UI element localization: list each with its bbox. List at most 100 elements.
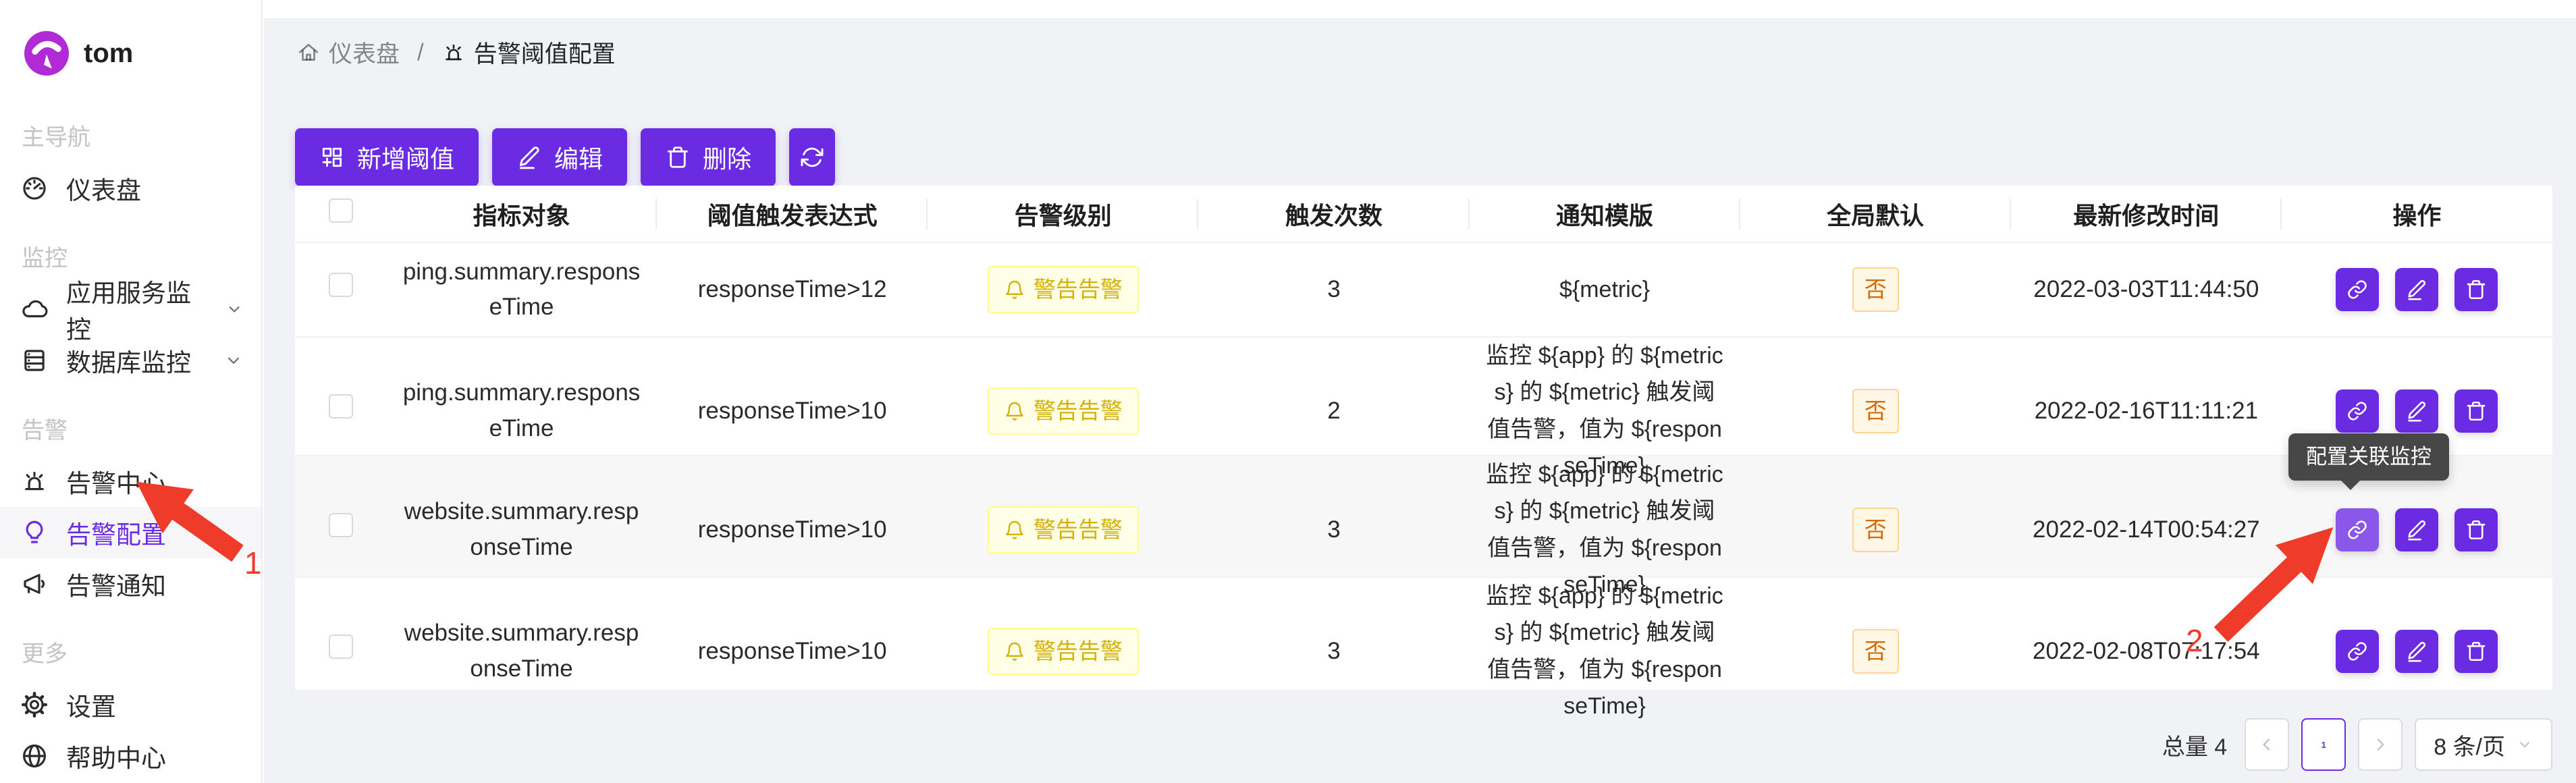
edit-button[interactable]: 编辑 bbox=[492, 128, 627, 186]
cell-actions bbox=[2282, 268, 2552, 311]
row-checkbox[interactable] bbox=[329, 513, 353, 537]
add-threshold-button[interactable]: 新增阈值 bbox=[295, 128, 479, 186]
col-trigger-times: 触发次数 bbox=[1198, 196, 1469, 232]
link-monitor-button[interactable] bbox=[2336, 389, 2379, 433]
nav-group-label: 监控 bbox=[22, 240, 261, 273]
sidebar-item-label: 设置 bbox=[66, 686, 116, 723]
delete-row-button[interactable] bbox=[2454, 268, 2498, 311]
link-monitor-button[interactable] bbox=[2336, 508, 2379, 551]
trash-icon bbox=[2465, 278, 2488, 301]
sidebar-item-label: 告警通知 bbox=[66, 566, 166, 602]
page-size-value: 8 条/页 bbox=[2434, 728, 2505, 761]
sidebar-nav: 主导航 仪表盘 监控 应用服务监控 数据库监控 告警 告警中心 bbox=[0, 119, 261, 782]
cell-metric: website.summary.responseTime bbox=[386, 494, 657, 565]
page-size-select[interactable]: 8 条/页 bbox=[2415, 718, 2552, 771]
warning-level-tag: 警告告警 bbox=[988, 628, 1139, 675]
cell-modified: 2022-02-16T11:11:21 bbox=[2011, 394, 2282, 429]
cell-global-default: 否 bbox=[1740, 508, 2011, 552]
alert-threshold-config-page: tom 主导航 仪表盘 监控 应用服务监控 数据库监控 告警 告警中 bbox=[0, 0, 2576, 783]
warning-level-tag: 警告告警 bbox=[988, 506, 1139, 554]
trash-icon bbox=[2465, 640, 2488, 663]
pencil-icon bbox=[516, 144, 542, 170]
row-checkbox[interactable] bbox=[329, 394, 353, 418]
link-icon bbox=[2346, 278, 2369, 301]
col-modified-time: 最新修改时间 bbox=[2011, 196, 2282, 232]
delete-button[interactable]: 删除 bbox=[641, 128, 776, 186]
next-page-button[interactable] bbox=[2358, 718, 2403, 771]
col-metric-object: 指标对象 bbox=[386, 196, 657, 232]
cell-global-default: 否 bbox=[1740, 267, 2011, 312]
row-checkbox[interactable] bbox=[329, 273, 353, 297]
col-actions: 操作 bbox=[2282, 196, 2552, 232]
breadcrumb-label: 告警阈值配置 bbox=[474, 35, 616, 70]
sidebar-item-settings[interactable]: 设置 bbox=[0, 679, 261, 730]
chevron-left-icon bbox=[2257, 734, 2277, 755]
warning-level-tag: 警告告警 bbox=[988, 266, 1139, 313]
sidebar-item-help-center[interactable]: 帮助中心 bbox=[0, 730, 261, 782]
breadcrumb-item-dashboard[interactable]: 仪表盘 bbox=[296, 35, 400, 70]
chevron-down-icon bbox=[2516, 736, 2533, 753]
sidebar-item-label: 帮助中心 bbox=[66, 738, 166, 774]
cell-times: 3 bbox=[1198, 634, 1469, 670]
trash-icon bbox=[2465, 518, 2488, 541]
select-all-checkbox[interactable] bbox=[329, 198, 353, 223]
link-monitor-button[interactable] bbox=[2336, 630, 2379, 673]
no-tag: 否 bbox=[1852, 508, 1899, 552]
sync-icon bbox=[799, 144, 825, 170]
link-monitor-button[interactable] bbox=[2336, 268, 2379, 311]
bell-icon bbox=[1004, 400, 1025, 422]
delete-row-button[interactable] bbox=[2454, 508, 2498, 551]
link-icon bbox=[2346, 640, 2369, 663]
top-strip bbox=[264, 0, 2576, 19]
edit-row-button[interactable] bbox=[2395, 630, 2438, 673]
page-1-button[interactable]: 1 bbox=[2301, 718, 2346, 771]
sidebar-item-alert-notice[interactable]: 告警通知 bbox=[0, 558, 261, 610]
sidebar-item-app-service-monitor[interactable]: 应用服务监控 bbox=[0, 284, 261, 335]
cell-expression: responseTime>12 bbox=[657, 272, 928, 308]
edit-row-button[interactable] bbox=[2395, 508, 2438, 551]
delete-row-button[interactable] bbox=[2454, 630, 2498, 673]
chevron-down-icon bbox=[225, 299, 244, 319]
table-row: ping.summary.responseTime responseTime>1… bbox=[295, 338, 2552, 456]
cell-metric: ping.summary.responseTime bbox=[386, 375, 657, 446]
add-threshold-label: 新增阈值 bbox=[357, 140, 454, 175]
sidebar-item-label: 应用服务监控 bbox=[66, 273, 207, 346]
refresh-button[interactable] bbox=[789, 128, 835, 186]
cell-actions bbox=[2282, 389, 2552, 433]
cell-level: 警告告警 bbox=[928, 628, 1198, 675]
cell-level: 警告告警 bbox=[928, 506, 1198, 554]
edit-row-button[interactable] bbox=[2395, 268, 2438, 311]
breadcrumb-item-alert-threshold: 告警阈值配置 bbox=[441, 35, 616, 70]
edit-row-button[interactable] bbox=[2395, 389, 2438, 433]
cell-template: ${metric} bbox=[1470, 271, 1740, 308]
cell-expression: responseTime>10 bbox=[657, 634, 928, 670]
col-alert-level: 告警级别 bbox=[928, 196, 1198, 232]
sidebar-item-database-monitor[interactable]: 数据库监控 bbox=[0, 335, 261, 386]
table-header: 指标对象 阈值触发表达式 告警级别 触发次数 通知模版 全局默认 最新修改时间 … bbox=[295, 186, 2552, 243]
prev-page-button[interactable] bbox=[2245, 718, 2289, 771]
col-trigger-expression: 阈值触发表达式 bbox=[657, 196, 928, 232]
nav-group-label: 更多 bbox=[22, 635, 261, 668]
col-global-default: 全局默认 bbox=[1740, 196, 2011, 232]
cell-times: 3 bbox=[1198, 272, 1469, 308]
cell-expression: responseTime>10 bbox=[657, 394, 928, 429]
link-icon bbox=[2346, 400, 2369, 423]
sidebar-item-dashboard[interactable]: 仪表盘 bbox=[0, 163, 261, 214]
user-profile[interactable]: tom bbox=[24, 31, 261, 76]
toolbar: 新增阈值 编辑 删除 bbox=[295, 128, 835, 186]
sidebar-item-alert-center[interactable]: 告警中心 bbox=[0, 456, 261, 507]
row-checkbox[interactable] bbox=[329, 634, 353, 659]
dashboard-icon bbox=[20, 174, 49, 202]
warning-level-tag: 警告告警 bbox=[988, 387, 1139, 435]
megaphone-icon bbox=[20, 570, 49, 598]
cell-global-default: 否 bbox=[1740, 629, 2011, 674]
delete-row-button[interactable] bbox=[2454, 389, 2498, 433]
link-icon bbox=[2346, 518, 2369, 541]
cell-metric: website.summary.responseTime bbox=[386, 616, 657, 686]
table-row: ping.summary.responseTime responseTime>1… bbox=[295, 243, 2552, 338]
table-row: website.summary.responseTime responseTim… bbox=[295, 578, 2552, 691]
sidebar-item-alert-config[interactable]: 告警配置 bbox=[0, 507, 261, 558]
nav-group-label: 主导航 bbox=[22, 119, 261, 152]
cell-expression: responseTime>10 bbox=[657, 512, 928, 548]
cell-metric: ping.summary.responseTime bbox=[386, 254, 657, 325]
